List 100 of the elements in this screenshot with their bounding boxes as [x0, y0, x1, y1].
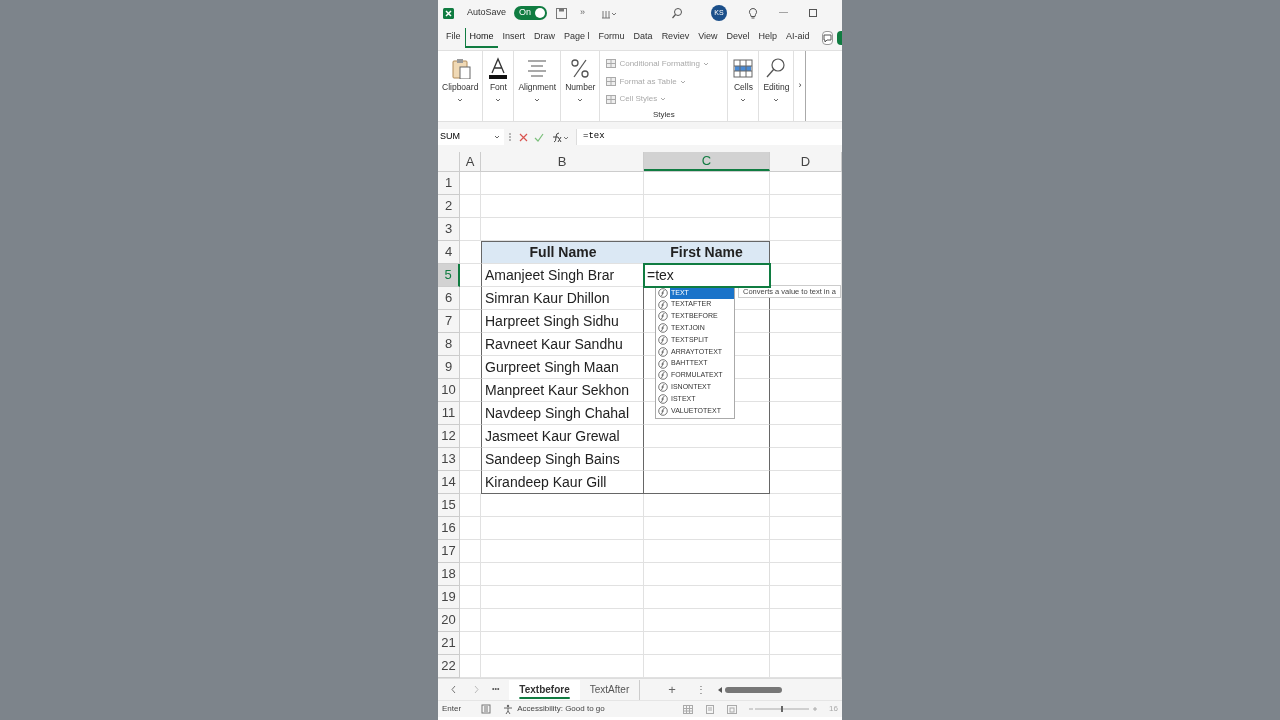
grid-cell: [770, 563, 842, 586]
row-header[interactable]: 4: [438, 241, 460, 264]
chevron-down-icon[interactable]: [577, 97, 584, 102]
accessibility-icon[interactable]: [503, 704, 514, 714]
table-cell: Simran Kaur Dhillon: [481, 287, 644, 310]
row-header[interactable]: 15: [438, 494, 460, 517]
macro-icon[interactable]: [481, 704, 492, 714]
row-header[interactable]: 19: [438, 586, 460, 609]
active-cell-input[interactable]: =tex: [644, 264, 770, 287]
chevron-down-icon[interactable]: [457, 97, 464, 102]
ribbon-tab[interactable]: Home: [464, 28, 498, 48]
zoom-slider-icon[interactable]: [749, 705, 818, 713]
page-layout-icon[interactable]: [705, 704, 716, 714]
ribbon-tab[interactable]: Page l: [559, 28, 594, 48]
ribbon-tab[interactable]: Insert: [497, 28, 530, 48]
sheet-tab[interactable]: TextAfter: [579, 679, 641, 700]
row-header[interactable]: 17: [438, 540, 460, 563]
function-icon[interactable]: [658, 335, 668, 346]
sheet-tab[interactable]: Textbefore: [509, 679, 580, 700]
row-header[interactable]: 3: [438, 218, 460, 241]
function-icon[interactable]: [658, 394, 668, 405]
alignment-icon[interactable]: [526, 57, 549, 79]
row-header[interactable]: 7: [438, 310, 460, 333]
function-icon[interactable]: [658, 346, 668, 357]
ribbon-group-button[interactable]: Clipboard: [438, 51, 484, 121]
row-header[interactable]: 18: [438, 563, 460, 586]
grid-cell: [460, 586, 481, 609]
row-header[interactable]: 20: [438, 609, 460, 632]
normal-view-icon[interactable]: [683, 704, 694, 714]
column-header[interactable]: A: [460, 152, 481, 171]
row-header[interactable]: 14: [438, 471, 460, 494]
function-icon[interactable]: [658, 299, 668, 310]
ribbon-group-button[interactable]: Alignment: [514, 51, 562, 121]
row-header[interactable]: 9: [438, 356, 460, 379]
row-header[interactable]: 21: [438, 632, 460, 655]
horizontal-scrollbar-icon[interactable]: [717, 685, 782, 694]
ribbon-scroll-button[interactable]: ›: [794, 51, 807, 121]
chevron-down-icon[interactable]: [740, 97, 747, 102]
grid-cell: [770, 333, 842, 356]
check-icon[interactable]: [534, 132, 544, 142]
ribbon-tab[interactable]: Formu: [593, 28, 629, 48]
ribbon-tab[interactable]: Help: [753, 28, 782, 48]
lightbulb-icon[interactable]: [747, 7, 759, 19]
ribbon-group-button[interactable]: Number: [561, 51, 601, 121]
name-box[interactable]: SUM: [438, 129, 504, 145]
function-icon[interactable]: [658, 370, 668, 381]
column-header[interactable]: C: [644, 152, 770, 171]
function-icon[interactable]: [658, 287, 668, 298]
row-header[interactable]: 8: [438, 333, 460, 356]
ribbon-tab[interactable]: File: [442, 28, 465, 48]
row-header[interactable]: 1: [438, 172, 460, 195]
maximize-icon[interactable]: [808, 8, 818, 18]
ribbon-tab[interactable]: Data: [628, 28, 657, 48]
share-button[interactable]: [836, 31, 842, 45]
row-header[interactable]: 6: [438, 287, 460, 310]
ribbon-group-button[interactable]: Editing: [759, 51, 795, 121]
chevron-down-icon[interactable]: [494, 135, 500, 139]
function-icon[interactable]: [658, 311, 668, 322]
ribbon-group-button[interactable]: Font: [483, 51, 515, 121]
autosave-toggle[interactable]: On: [514, 6, 548, 20]
overflow-button[interactable]: »: [576, 6, 590, 20]
previous-sheet-icon[interactable]: [450, 685, 457, 694]
ribbon-tab[interactable]: View: [693, 28, 722, 48]
magnifier-icon[interactable]: [765, 57, 788, 79]
ribbon-tab[interactable]: Reviev: [656, 28, 694, 48]
spreadsheet-app-icon[interactable]: [442, 6, 455, 20]
ribbon-tab[interactable]: AI-aid: [781, 28, 814, 48]
chevron-down-icon[interactable]: [495, 97, 502, 102]
ribbon-group-button[interactable]: Cells: [728, 51, 760, 121]
add-sheet-button[interactable]: +: [668, 679, 676, 700]
function-icon[interactable]: [658, 358, 668, 369]
function-icon[interactable]: [550, 131, 569, 143]
function-icon[interactable]: [658, 382, 668, 393]
row-header[interactable]: 16: [438, 517, 460, 540]
ribbon-tab[interactable]: Draw: [529, 28, 560, 48]
chevron-down-icon[interactable]: [534, 97, 541, 102]
formula-input[interactable]: =tex: [576, 129, 842, 145]
function-icon[interactable]: [658, 405, 668, 416]
row-header[interactable]: 13: [438, 448, 460, 471]
column-header[interactable]: D: [770, 152, 842, 171]
cancel-icon[interactable]: [519, 132, 528, 142]
sheet-options-button[interactable]: ⋮: [695, 682, 706, 697]
percent-icon[interactable]: [569, 57, 592, 79]
minimize-button[interactable]: —: [767, 6, 800, 20]
search-icon[interactable]: [671, 7, 683, 19]
row-header[interactable]: 10: [438, 379, 460, 402]
font-color-icon[interactable]: [487, 57, 510, 79]
ribbon-tab[interactable]: Devel: [721, 28, 754, 48]
grid-cell: [770, 172, 842, 195]
table-grid-icon[interactable]: [732, 57, 755, 79]
row-header[interactable]: 22: [438, 655, 460, 678]
chevron-down-icon[interactable]: [773, 97, 780, 102]
row-header[interactable]: 12: [438, 425, 460, 448]
clipboard-icon[interactable]: [449, 57, 472, 79]
row-header[interactable]: 2: [438, 195, 460, 218]
function-icon[interactable]: [658, 323, 668, 334]
row-header[interactable]: 11: [438, 402, 460, 425]
page-break-icon[interactable]: [727, 704, 738, 714]
save-icon[interactable]: [555, 6, 569, 20]
accessibility-status[interactable]: Accessibility: Good to go: [517, 703, 605, 715]
